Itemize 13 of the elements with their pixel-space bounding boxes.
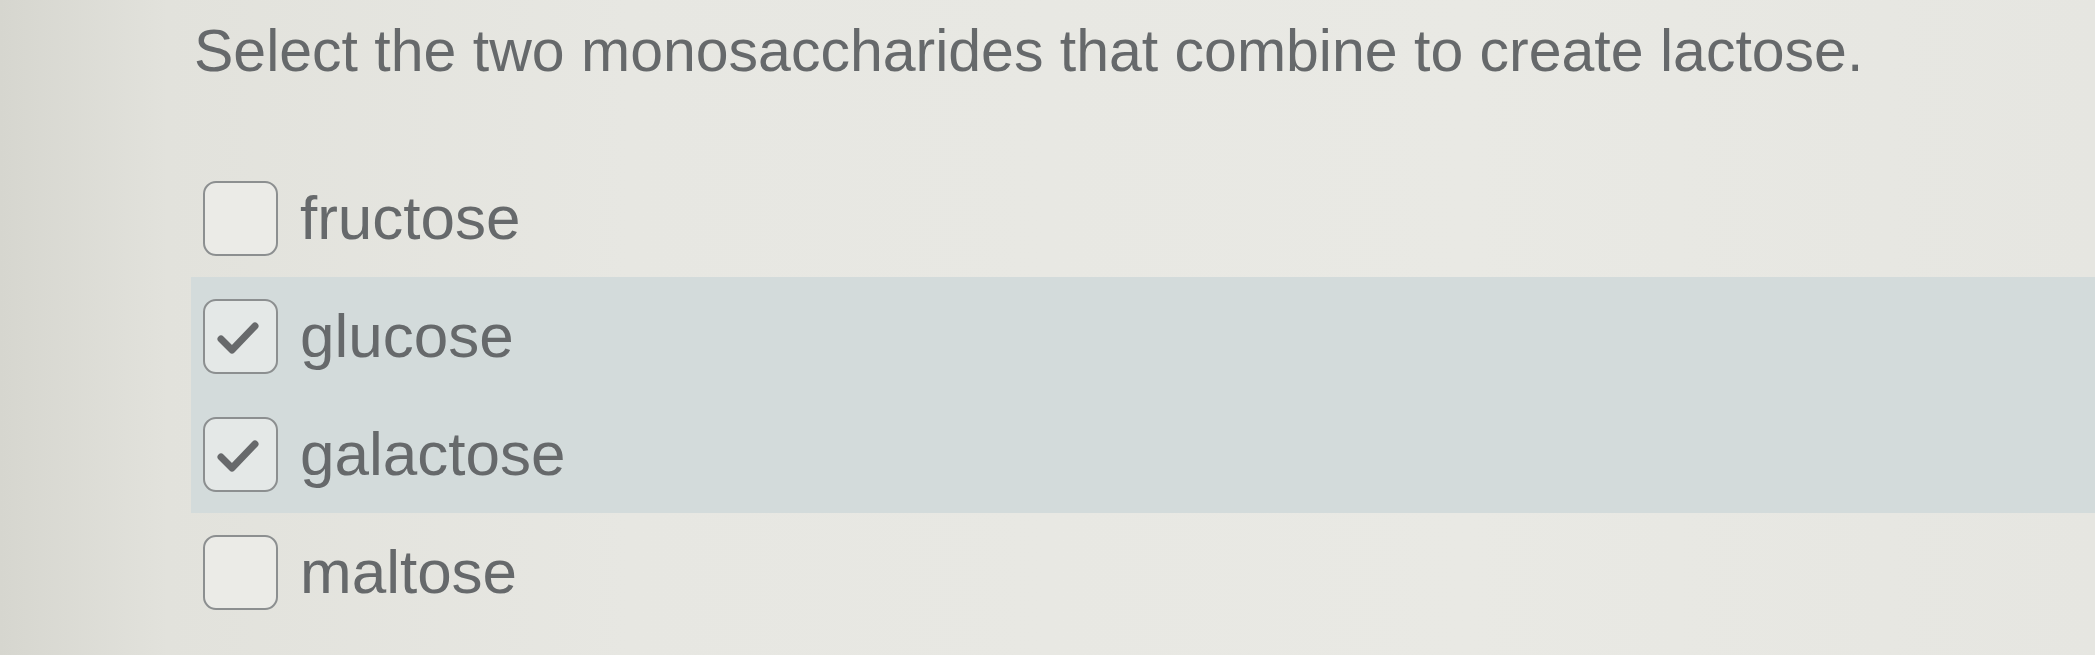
checkbox[interactable] xyxy=(203,298,278,374)
option-label: maltose xyxy=(300,536,518,608)
checkbox[interactable] xyxy=(203,180,278,256)
option-label: glucose xyxy=(300,300,514,372)
checkbox[interactable] xyxy=(203,416,278,492)
check-icon xyxy=(216,440,259,472)
question-text: Select the two monosaccharides that combine to create lactose. xyxy=(194,17,1865,86)
selected-option-highlight[interactable]: galactose xyxy=(191,395,2095,513)
checkbox[interactable] xyxy=(203,534,278,610)
option-label: fructose xyxy=(300,182,521,254)
selected-option-highlight[interactable]: glucose xyxy=(191,277,2095,395)
option-label: galactose xyxy=(300,418,566,490)
check-icon xyxy=(216,322,259,354)
